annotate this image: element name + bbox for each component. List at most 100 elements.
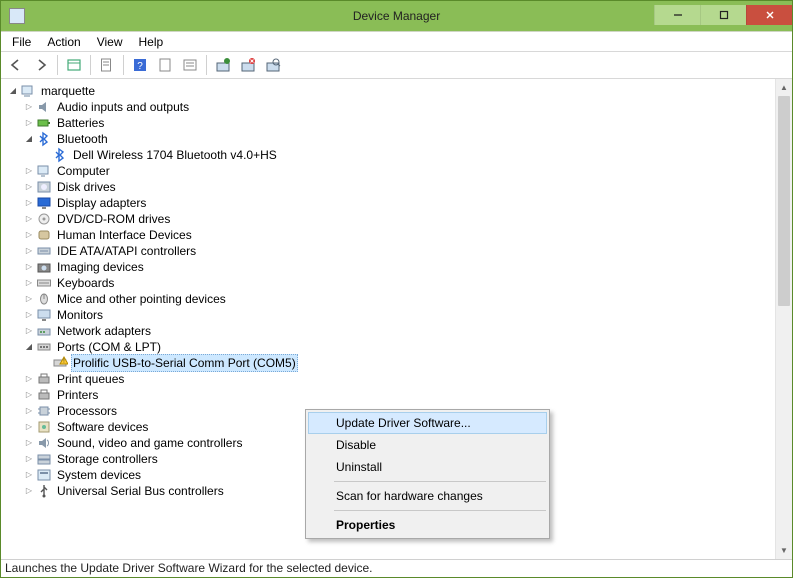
tree-node-label[interactable]: Processors <box>55 403 119 419</box>
tree-node[interactable]: Display adapters <box>3 195 775 211</box>
expand-icon[interactable] <box>23 403 35 419</box>
expand-icon[interactable] <box>23 275 35 291</box>
tree-node[interactable]: Dell Wireless 1704 Bluetooth v4.0+HS <box>3 147 775 163</box>
tree-node[interactable]: Imaging devices <box>3 259 775 275</box>
tree-node-label[interactable]: Audio inputs and outputs <box>55 99 191 115</box>
collapse-icon[interactable] <box>23 339 35 355</box>
expand-icon[interactable] <box>23 451 35 467</box>
tree-node-label[interactable]: Monitors <box>55 307 105 323</box>
tree-node-label[interactable]: Universal Serial Bus controllers <box>55 483 226 499</box>
expand-icon[interactable] <box>23 163 35 179</box>
cpu-icon <box>36 403 52 419</box>
tree-node[interactable]: Audio inputs and outputs <box>3 99 775 115</box>
tree-node-label[interactable]: Prolific USB-to-Serial Comm Port (COM5) <box>71 354 298 372</box>
tree-node-label[interactable]: Print queues <box>55 371 126 387</box>
toolbar-scan-button[interactable] <box>262 54 284 76</box>
toolbar-uninstall-button[interactable] <box>237 54 259 76</box>
toolbar-button-6[interactable] <box>179 54 201 76</box>
collapse-icon[interactable] <box>23 131 35 147</box>
tree-node-label[interactable]: Printers <box>55 387 100 403</box>
ctx-update-driver[interactable]: Update Driver Software... <box>308 412 547 434</box>
expand-icon[interactable] <box>23 195 35 211</box>
tree-node-label[interactable]: Network adapters <box>55 323 153 339</box>
scroll-down-button[interactable]: ▼ <box>776 542 792 559</box>
expand-icon[interactable] <box>23 483 35 499</box>
tree-node-label[interactable]: Mice and other pointing devices <box>55 291 228 307</box>
expand-icon[interactable] <box>23 307 35 323</box>
menu-help[interactable]: Help <box>132 34 171 50</box>
scroll-thumb[interactable] <box>778 96 790 306</box>
toolbar-forward-button[interactable] <box>30 54 52 76</box>
expand-icon[interactable] <box>23 115 35 131</box>
tree-node[interactable]: Batteries <box>3 115 775 131</box>
tree-node[interactable]: DVD/CD-ROM drives <box>3 211 775 227</box>
tree-node-label[interactable]: Storage controllers <box>55 451 160 467</box>
ctx-properties[interactable]: Properties <box>308 514 547 536</box>
toolbar-update-driver-button[interactable] <box>212 54 234 76</box>
expand-icon[interactable] <box>23 467 35 483</box>
expand-icon[interactable] <box>23 259 35 275</box>
tree-node-label[interactable]: Ports (COM & LPT) <box>55 339 163 355</box>
expand-icon[interactable] <box>23 371 35 387</box>
close-button[interactable] <box>746 5 792 25</box>
tree-node-label[interactable]: Keyboards <box>55 275 116 291</box>
menu-view[interactable]: View <box>90 34 130 50</box>
tree-node-label[interactable]: Human Interface Devices <box>55 227 194 243</box>
expand-icon[interactable] <box>23 419 35 435</box>
expand-icon[interactable] <box>23 99 35 115</box>
tree-node-label[interactable]: Batteries <box>55 115 106 131</box>
tree-node[interactable]: Network adapters <box>3 323 775 339</box>
menu-action[interactable]: Action <box>40 34 87 50</box>
toolbar-show-hidden-button[interactable] <box>63 54 85 76</box>
tree-node[interactable]: Ports (COM & LPT) <box>3 339 775 355</box>
expand-icon[interactable] <box>23 387 35 403</box>
toolbar-help-button[interactable]: ? <box>129 54 151 76</box>
expand-icon[interactable] <box>23 227 35 243</box>
tree-node[interactable]: Computer <box>3 163 775 179</box>
ctx-uninstall[interactable]: Uninstall <box>308 456 547 478</box>
toolbar-button-5[interactable] <box>154 54 176 76</box>
tree-node-label[interactable]: IDE ATA/ATAPI controllers <box>55 243 198 259</box>
tree-node-label[interactable]: Dell Wireless 1704 Bluetooth v4.0+HS <box>71 147 279 163</box>
toolbar-properties-button[interactable] <box>96 54 118 76</box>
tree-node-label[interactable]: Display adapters <box>55 195 148 211</box>
menubar: File Action View Help <box>1 31 792 51</box>
expand-icon[interactable] <box>23 435 35 451</box>
tree-node-label[interactable]: marquette <box>39 83 97 99</box>
tree-node-label[interactable]: Bluetooth <box>55 131 110 147</box>
maximize-button[interactable] <box>700 5 746 25</box>
tree-node[interactable]: Mice and other pointing devices <box>3 291 775 307</box>
scroll-up-button[interactable]: ▲ <box>776 79 792 96</box>
minimize-button[interactable] <box>654 5 700 25</box>
sound-icon <box>36 435 52 451</box>
tree-node[interactable]: Keyboards <box>3 275 775 291</box>
toolbar-back-button[interactable] <box>5 54 27 76</box>
tree-node[interactable]: Printers <box>3 387 775 403</box>
tree-node[interactable]: !Prolific USB-to-Serial Comm Port (COM5) <box>3 355 775 371</box>
tree-node-label[interactable]: Software devices <box>55 419 150 435</box>
expand-icon[interactable] <box>23 211 35 227</box>
tree-node[interactable]: IDE ATA/ATAPI controllers <box>3 243 775 259</box>
tree-node[interactable]: Print queues <box>3 371 775 387</box>
tree-node-label[interactable]: System devices <box>55 467 143 483</box>
ctx-scan[interactable]: Scan for hardware changes <box>308 485 547 507</box>
expand-icon[interactable] <box>23 243 35 259</box>
expand-icon[interactable] <box>23 323 35 339</box>
tree-node[interactable]: Bluetooth <box>3 131 775 147</box>
tree-node[interactable]: marquette <box>3 83 775 99</box>
tree-node-label[interactable]: Computer <box>55 163 112 179</box>
expand-icon[interactable] <box>23 179 35 195</box>
tree-node-label[interactable]: Disk drives <box>55 179 118 195</box>
tree-node[interactable]: Disk drives <box>3 179 775 195</box>
tree-node[interactable]: Monitors <box>3 307 775 323</box>
tree-node-label[interactable]: Sound, video and game controllers <box>55 435 244 451</box>
tree-node[interactable]: Human Interface Devices <box>3 227 775 243</box>
tree-node-label[interactable]: DVD/CD-ROM drives <box>55 211 172 227</box>
menu-file[interactable]: File <box>5 34 38 50</box>
ctx-disable[interactable]: Disable <box>308 434 547 456</box>
tree-node-label[interactable]: Imaging devices <box>55 259 146 275</box>
collapse-icon[interactable] <box>7 83 19 99</box>
titlebar[interactable]: Device Manager <box>1 1 792 31</box>
vertical-scrollbar[interactable]: ▲ ▼ <box>775 79 792 559</box>
expand-icon[interactable] <box>23 291 35 307</box>
